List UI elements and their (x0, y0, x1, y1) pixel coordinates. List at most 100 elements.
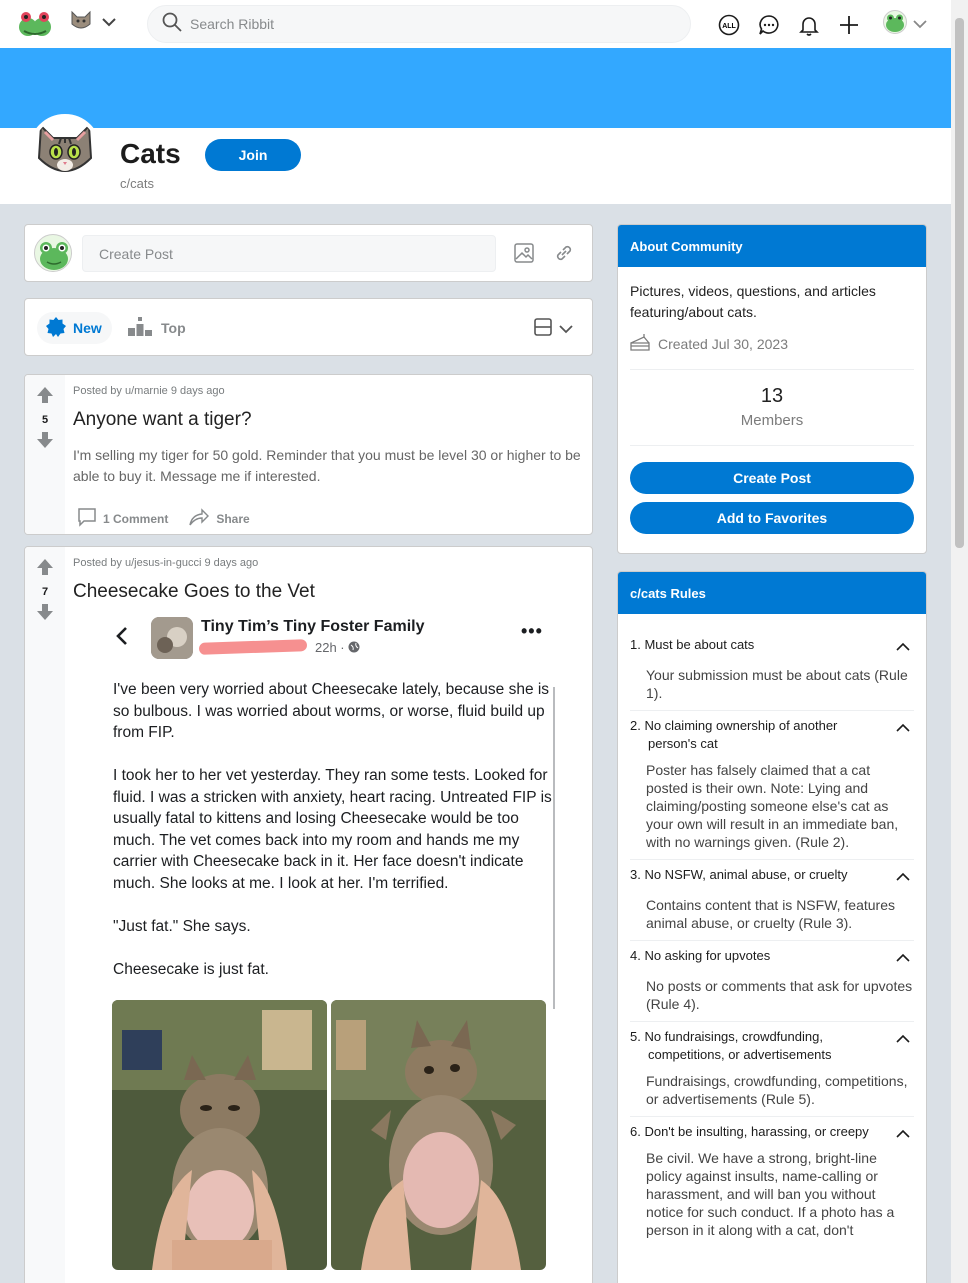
user-menu[interactable] (883, 10, 927, 39)
rule-item[interactable]: 3. No NSFW, animal abuse, or cruelty Con… (630, 860, 914, 941)
rule-description: Contains content that is NSFW, features … (646, 897, 896, 931)
all-label: ALL (722, 23, 736, 30)
rules-list: 1. Must be about cats Your submission mu… (630, 630, 914, 1247)
chevron-up-icon[interactable] (896, 950, 910, 968)
rule-title: 2. No claiming ownership of another pers… (630, 718, 838, 751)
upvote-icon[interactable] (35, 557, 55, 582)
avatar (883, 10, 907, 39)
cake-icon (630, 333, 650, 354)
embed-author: Tiny Tim’s Tiny Foster Family (201, 618, 425, 635)
chevron-up-icon[interactable] (896, 720, 910, 738)
sort-top-button[interactable]: Top (127, 312, 186, 344)
post-card[interactable]: 5 Posted by u/marnie 9 days ago Anyone w… (24, 374, 593, 535)
embed-paragraph: I've been very worried about Cheesecake … (113, 681, 550, 741)
chevron-up-icon[interactable] (896, 869, 910, 887)
chevron-down-icon (913, 16, 927, 34)
top-podium-icon (127, 316, 153, 341)
chevron-down-icon (102, 14, 116, 32)
rule-title: 3. No NSFW, animal abuse, or cruelty (630, 867, 848, 882)
post-title[interactable]: Anyone want a tiger? (73, 409, 252, 431)
chevron-up-icon[interactable] (896, 1126, 910, 1144)
about-description: Pictures, videos, questions, and article… (630, 283, 876, 320)
embed-avatar (151, 617, 193, 659)
embed-header: Tiny Tim’s Tiny Foster Family 22h · ••• (97, 613, 577, 659)
view-toggle[interactable] (533, 317, 573, 342)
created-label: Created Jul 30, 2023 (658, 335, 788, 352)
link-icon[interactable] (553, 242, 575, 269)
rule-item[interactable]: 5. No fundraisings, crowdfunding, compet… (630, 1022, 914, 1117)
post-image[interactable]: Tiny Tim’s Tiny Foster Family 22h · ••• … (97, 613, 577, 1270)
upvote-icon[interactable] (35, 385, 55, 410)
scrollbar-thumb[interactable] (955, 18, 964, 548)
globe-icon (348, 640, 360, 655)
rules-card: c/cats Rules 1. Must be about cats Your … (617, 571, 927, 1283)
join-button[interactable]: Join (205, 139, 301, 171)
new-badge-icon (45, 316, 67, 341)
rule-title: 6. Don't be insulting, harassing, or cre… (630, 1124, 869, 1139)
members-count: 13 (760, 385, 784, 407)
kitten-photo (331, 999, 546, 1270)
search-bar[interactable]: Search Ribbit (147, 5, 691, 43)
kitten-photo (112, 999, 327, 1270)
sort-new-label: New (73, 320, 102, 336)
create-post-input[interactable]: Create Post (82, 235, 496, 272)
embed-time-text: 22h · (315, 640, 345, 655)
create-post-button[interactable]: Create Post (630, 462, 914, 494)
page-scrollbar[interactable] (951, 0, 968, 1283)
rule-item[interactable]: 1. Must be about cats Your submission mu… (630, 630, 914, 711)
comments-button[interactable]: 1 Comment (77, 507, 168, 530)
embed-time: 22h · (315, 640, 360, 655)
ribbit-logo-icon[interactable] (18, 10, 52, 38)
post-meta: Posted by u/jesus-in-gucci 9 days ago (73, 557, 259, 569)
members-label: Members (740, 412, 804, 429)
downvote-icon[interactable] (35, 430, 55, 455)
post-actions: 1 Comment Share (77, 507, 250, 530)
rule-title: 4. No asking for upvotes (630, 948, 771, 963)
divider (630, 445, 914, 446)
vote-count: 7 (41, 586, 49, 598)
nav-icons: ALL (715, 10, 927, 39)
vote-count: 5 (41, 414, 49, 426)
redaction-scribble (198, 639, 308, 655)
rules-header: c/cats Rules (618, 572, 926, 614)
embed-photos (112, 999, 577, 1270)
avatar[interactable] (34, 234, 72, 272)
comment-icon (77, 507, 97, 530)
post-card[interactable]: 7 Posted by u/jesus-in-gucci 9 days ago … (24, 546, 593, 1283)
divider (630, 369, 914, 370)
downvote-icon[interactable] (35, 602, 55, 627)
rule-description: Fundraisings, crowdfunding, competitions… (646, 1073, 908, 1107)
top-nav: Search Ribbit ALL (0, 0, 951, 48)
about-header: About Community (618, 225, 926, 267)
post-meta: Posted by u/marnie 9 days ago (73, 385, 225, 397)
search-input[interactable]: Search Ribbit (190, 16, 274, 32)
share-button[interactable]: Share (188, 507, 250, 530)
plus-icon[interactable] (835, 11, 863, 39)
post-title[interactable]: Cheesecake Goes to the Vet (73, 581, 315, 603)
all-icon[interactable]: ALL (715, 11, 743, 39)
vote-column: 7 (25, 547, 65, 1283)
chat-icon[interactable] (755, 11, 783, 39)
embed-paragraph: I took her to her vet yesterday. They ra… (113, 767, 552, 892)
about-community-card: About Community Pictures, videos, questi… (617, 224, 927, 554)
sort-new-button[interactable]: New (37, 312, 112, 344)
chevron-up-icon[interactable] (896, 1031, 910, 1049)
community-avatar (29, 114, 101, 186)
embed-paragraph: Cheesecake is just fat. (113, 960, 269, 978)
post-body: I'm selling my tiger for 50 gold. Remind… (73, 447, 581, 484)
rule-item[interactable]: 4. No asking for upvotes No posts or com… (630, 941, 914, 1022)
add-to-favorites-button[interactable]: Add to Favorites (630, 502, 914, 534)
share-label: Share (216, 511, 250, 526)
more-options-icon: ••• (521, 621, 543, 641)
bell-icon[interactable] (795, 11, 823, 39)
chevron-up-icon[interactable] (896, 639, 910, 657)
community-switcher[interactable] (70, 10, 116, 35)
rule-title: 1. Must be about cats (630, 637, 755, 652)
sort-bar: New Top (24, 298, 593, 356)
embed-text: I've been very worried about Cheesecake … (97, 659, 577, 980)
share-icon (188, 507, 210, 530)
comments-label: 1 Comment (103, 511, 169, 526)
image-upload-icon[interactable] (513, 242, 535, 269)
rule-item[interactable]: 6. Don't be insulting, harassing, or cre… (630, 1117, 914, 1247)
rule-item[interactable]: 2. No claiming ownership of another pers… (630, 711, 914, 860)
